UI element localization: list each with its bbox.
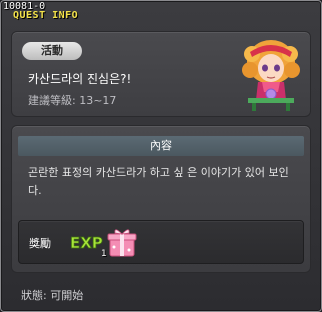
content-header: 內容 <box>18 136 304 156</box>
cassandra-npc-icon <box>242 40 300 111</box>
quest-summary-panel: 活動 카산드라의 진심은?! 建議等級: 13~17 <box>11 31 311 117</box>
reward-box: 獎勵 EXP 1 <box>18 220 304 264</box>
quest-status: 狀態: 可開始 <box>21 289 84 302</box>
quest-content-panel: 內容 곤란한 표정의 카산드라가 하고 싶 은 이야기가 있어 보인다. 獎勵 … <box>11 125 311 273</box>
reward-label: 獎勵 <box>29 237 51 250</box>
exp-icon[interactable]: EXP <box>69 231 105 253</box>
quest-description: 곤란한 표정의 카산드라가 하고 싶 은 이야기가 있어 보인다. <box>28 166 289 197</box>
gift-box-icon[interactable] <box>105 225 139 259</box>
title-bar[interactable]: 10081-0 QUEST INFO <box>1 1 321 21</box>
gift-quantity: 1 <box>101 249 107 259</box>
exp-label: EXP <box>70 234 103 252</box>
window-title: QUEST INFO <box>13 10 79 21</box>
recommended-level: 建議等級: 13~17 <box>28 94 117 107</box>
category-badge: 活動 <box>22 42 82 60</box>
quest-info-window: 10081-0 QUEST INFO 活動 카산드라의 진심은?! 建議等級: … <box>0 0 322 312</box>
quest-title: 카산드라의 진심은?! <box>28 72 132 86</box>
